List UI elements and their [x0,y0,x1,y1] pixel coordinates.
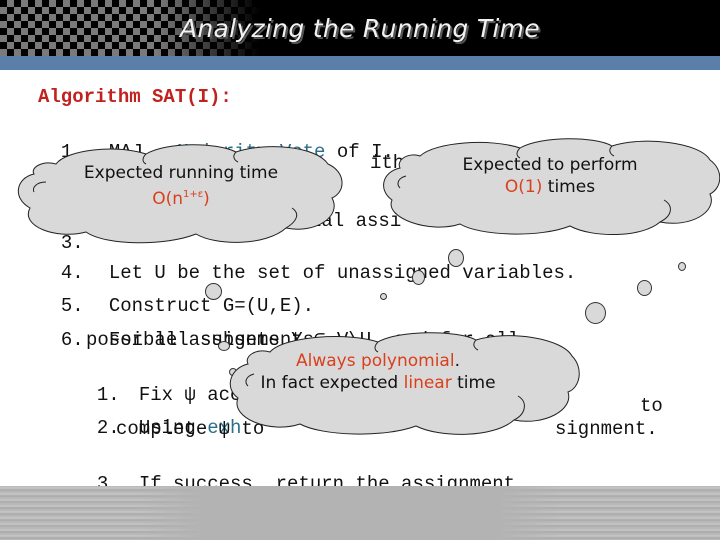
header-divider-bar [0,56,720,70]
thought-bubble-dot [585,302,606,324]
callout-line-1: Always polynomial. [168,350,588,372]
callout-rest: times [542,177,596,197]
slide-footer [0,486,720,540]
callout-line-2: In fact expected linear time [168,372,588,394]
callout-line-2: O(1) times [380,176,720,198]
big-o-exponent: 1+ε [183,189,204,200]
thought-bubble-dot [412,270,425,285]
big-o-base: O(n [152,189,183,209]
callout-text-pre: In fact expected [260,373,404,393]
slide-header: Analyzing the Running Time [0,0,720,56]
callout-accent: O(1) [504,177,543,197]
callout-line-1: Expected running time [83,163,279,183]
algorithm-heading: Algorithm SAT(I): [38,86,232,108]
callout-expected-times: Expected to perform O(1) times [380,136,720,236]
callout-accent: Always polynomial [296,351,455,371]
big-o-close: ) [203,189,210,209]
thought-bubble-dot [678,262,686,271]
thought-bubble-dot [637,280,652,296]
callout-polynomial: Always polynomial. In fact expected line… [228,330,580,440]
substep-2-tail: to [640,395,663,417]
thought-bubble-dot [448,249,464,267]
callout-text: Expected to perform O(1) times [380,154,720,198]
thought-bubble-dot [380,293,387,300]
callout-rest: time [451,373,496,393]
callout-rest: . [454,351,460,371]
callout-line-1: Expected to perform [462,155,638,175]
thought-bubble-dot [205,283,222,300]
callout-text: Expected running time O(n1+ε) [16,162,346,210]
callout-line-2: O(n1+ε) [16,184,346,210]
slide-title: Analyzing the Running Time [180,14,540,43]
callout-text: Always polynomial. In fact expected line… [168,350,588,394]
callout-accent: linear [403,373,452,393]
callout-running-time: Expected running time O(n1+ε) [16,142,346,246]
